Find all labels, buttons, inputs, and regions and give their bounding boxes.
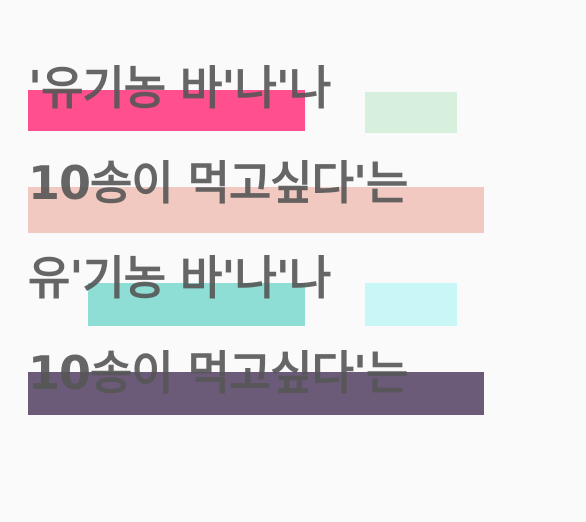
text-line-1: '유기농 바'나'나: [28, 61, 331, 115]
highlight-bar-mint: [365, 92, 457, 133]
text-line-3: 유'기농 바'나'나: [28, 251, 331, 305]
text-line-4: 10송이 먹고싶다'는: [28, 346, 408, 400]
text-canvas: '유기농 바'나'나 10송이 먹고싶다'는 유'기농 바'나'나 10송이 먹…: [0, 0, 586, 522]
text-line-2: 10송이 먹고싶다'는: [28, 156, 408, 210]
highlight-bar-cyan: [365, 283, 457, 326]
